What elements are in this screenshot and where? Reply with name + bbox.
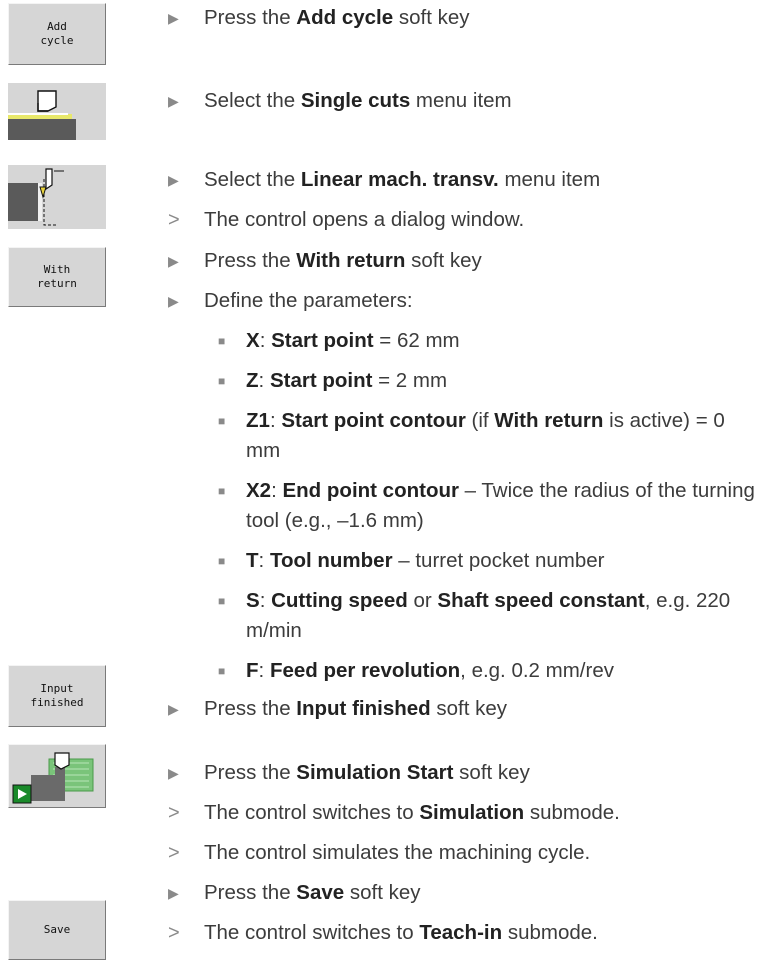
action-marker: ▶ [168, 253, 179, 269]
bullet-marker: ■ [218, 414, 226, 428]
action-marker: ▶ [168, 10, 179, 26]
single-cuts-softkey[interactable] [8, 83, 106, 140]
bullet-marker: ■ [218, 334, 226, 348]
result-marker: > [168, 802, 180, 824]
bullet-marker: ■ [218, 664, 226, 678]
result-marker: > [168, 842, 180, 864]
action-marker: ▶ [168, 172, 179, 188]
single-cuts-icon [8, 83, 106, 140]
action-marker: ▶ [168, 765, 179, 781]
save-softkey[interactable]: Save [8, 900, 106, 960]
input-finished-softkey[interactable]: Input finished [8, 665, 106, 727]
simulation-start-icon [9, 745, 105, 807]
bullet-marker: ■ [218, 554, 226, 568]
add-cycle-softkey[interactable]: Add cycle [8, 3, 106, 65]
linear-mach-transv-softkey[interactable] [8, 165, 106, 229]
simulation-start-softkey[interactable] [8, 744, 106, 808]
action-marker: ▶ [168, 701, 179, 717]
action-marker: ▶ [168, 885, 179, 901]
bullet-marker: ■ [218, 594, 226, 608]
result-marker: > [168, 209, 180, 231]
with-return-softkey[interactable]: With return [8, 247, 106, 307]
action-marker: ▶ [168, 293, 179, 309]
result-marker: > [168, 922, 180, 944]
linear-mach-transv-icon [8, 165, 106, 229]
bullet-marker: ■ [218, 484, 226, 498]
action-marker: ▶ [168, 93, 179, 109]
bullet-marker: ■ [218, 374, 226, 388]
